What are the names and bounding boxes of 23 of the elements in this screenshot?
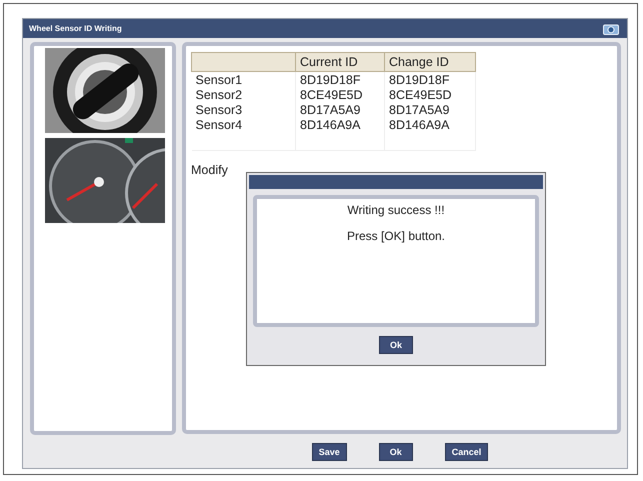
message-text: Writing success !!! [347, 203, 445, 217]
table-cell: 8D19D18F [384, 72, 476, 87]
table-cell: 8D19D18F [296, 72, 384, 87]
table-cell: Sensor3 [192, 102, 296, 117]
camera-icon[interactable] [603, 22, 619, 34]
header-cell: Change ID [384, 52, 476, 72]
window-title: Wheel Sensor ID Writing [29, 24, 122, 33]
dialog-button[interactable]: Ok [378, 443, 413, 461]
table-cell: 8D146A9A [296, 117, 384, 132]
ok-button[interactable]: Ok [379, 336, 413, 354]
dialog-button[interactable]: Save [312, 443, 347, 461]
modify-label: Modify [191, 163, 229, 177]
table-cell: 8CE49E5D [384, 87, 476, 102]
table-cell: 8D146A9A [384, 117, 476, 132]
table-cell: 8D17A5A9 [296, 102, 384, 117]
header-cell: Current ID [296, 52, 384, 72]
table-cell: Sensor1 [192, 72, 296, 87]
table-cell: Sensor4 [192, 117, 296, 132]
table-cell: Sensor2 [192, 87, 296, 102]
instruction-text: Press [OK] button. [346, 229, 446, 243]
table-cell: 8CE49E5D [296, 87, 384, 102]
dialog-button[interactable]: Cancel [444, 443, 488, 461]
table-cell: 8D17A5A9 [384, 102, 476, 117]
